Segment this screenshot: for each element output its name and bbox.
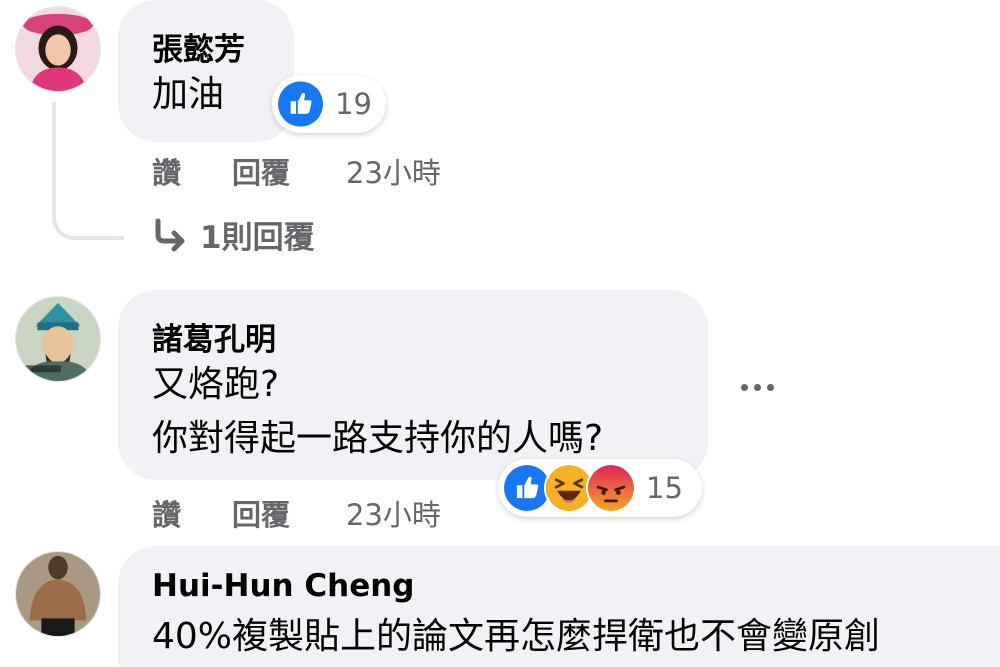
comment-section: 張懿芳 加油 19 讚 回覆 23小時 1則回覆 諸葛孔明 又烙跑? 你對得起一…	[0, 0, 1000, 667]
like-icon	[276, 79, 326, 129]
dot-icon	[753, 383, 761, 391]
dot-icon	[766, 383, 774, 391]
dot-icon	[740, 383, 748, 391]
comment-author[interactable]: 諸葛孔明	[152, 314, 276, 359]
avatar[interactable]	[15, 6, 101, 92]
comment-text-line: 你對得起一路支持你的人嗎?	[152, 418, 604, 459]
comment-bubble: 諸葛孔明 又烙跑? 你對得起一路支持你的人嗎?	[118, 290, 708, 480]
comment-author[interactable]: Hui-Hun Cheng	[152, 568, 415, 604]
comment-text-line: 又烙跑?	[152, 364, 280, 405]
comment-author[interactable]: 張懿芳	[152, 24, 245, 69]
more-options-button[interactable]	[734, 370, 780, 404]
replies-count-label: 1則回覆	[200, 220, 315, 256]
avatar-photo	[16, 297, 100, 381]
comment-text: 加油	[152, 74, 225, 115]
comment-timestamp[interactable]: 23小時	[346, 492, 441, 534]
comment-timestamp[interactable]: 23小時	[346, 150, 441, 192]
like-button[interactable]: 讚	[152, 150, 181, 192]
view-replies-link[interactable]: 1則回覆	[150, 212, 315, 257]
like-button[interactable]: 讚	[152, 492, 181, 534]
comment-bubble: 張懿芳 加油	[118, 0, 294, 142]
avatar[interactable]	[15, 551, 101, 637]
reaction-summary[interactable]: 19	[272, 75, 386, 133]
angry-icon	[586, 463, 636, 513]
avatar[interactable]	[15, 296, 101, 382]
reaction-count: 15	[646, 471, 683, 505]
reaction-summary[interactable]: 15	[498, 459, 702, 517]
reply-arrow-icon	[155, 218, 185, 251]
reaction-count: 19	[335, 87, 372, 121]
reply-button[interactable]: 回覆	[232, 150, 290, 192]
thread-connector-line	[52, 102, 124, 240]
avatar-photo	[16, 7, 100, 91]
reply-button[interactable]: 回覆	[232, 492, 290, 534]
comment-text: 40%複製貼上的論文再怎麼捍衛也不會變原創	[152, 616, 881, 657]
avatar-photo	[16, 552, 100, 636]
comment-bubble: Hui-Hun Cheng 40%複製貼上的論文再怎麼捍衛也不會變原創	[118, 546, 1000, 667]
